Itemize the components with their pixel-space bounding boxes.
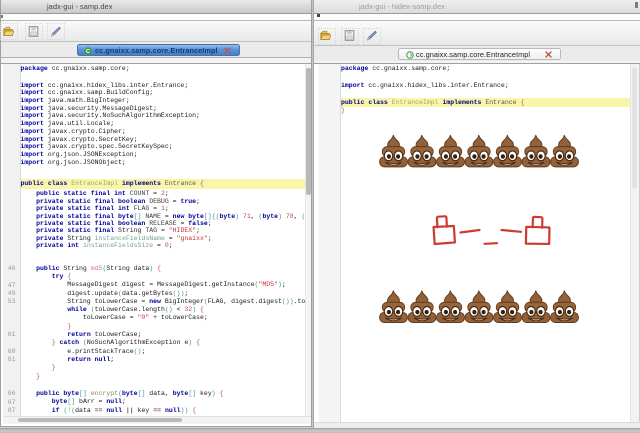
svg-text:C: C (86, 49, 90, 55)
